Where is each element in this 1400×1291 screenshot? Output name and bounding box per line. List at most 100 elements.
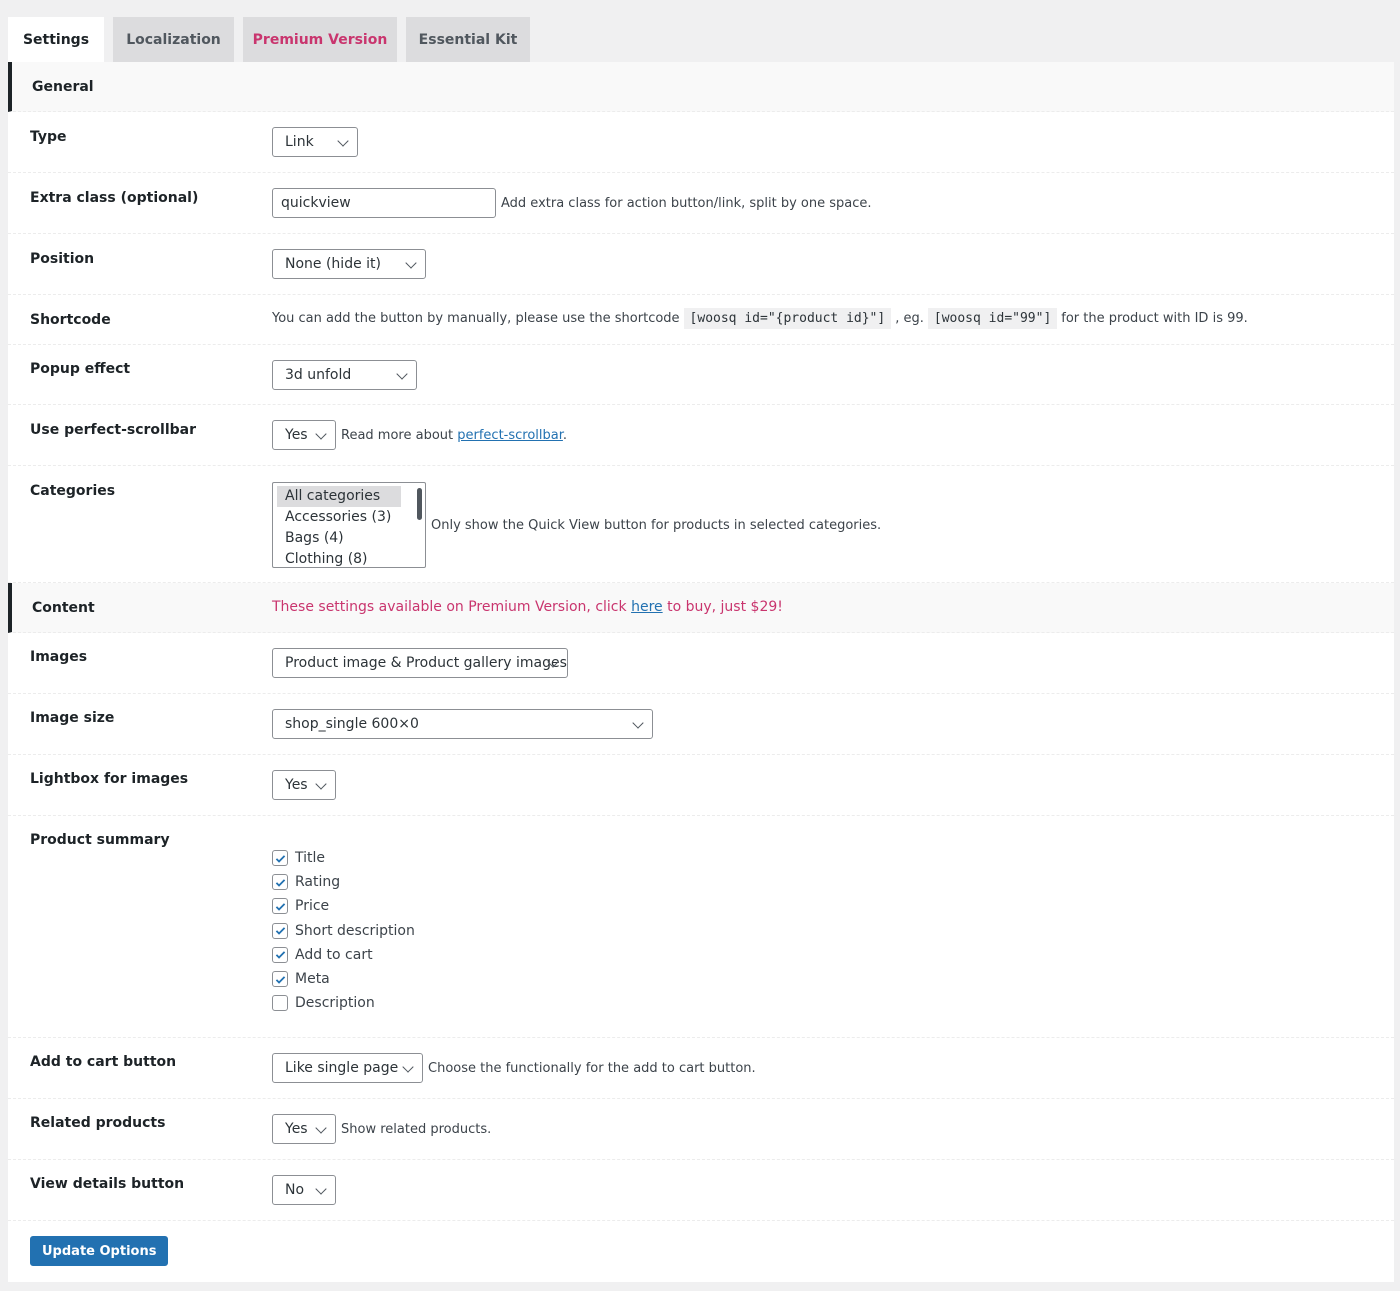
summary-checklist: Title Rating Price Short description Add… — [272, 846, 415, 1015]
summary-option-rating[interactable]: Rating — [272, 870, 415, 894]
field-area: Product image & Product gallery images — [272, 648, 568, 678]
settings-panel: General Type Link Extra class (optional)… — [8, 62, 1394, 1282]
row-shortcode: Shortcode You can add the button by manu… — [8, 295, 1394, 345]
select-value: No — [285, 1182, 305, 1198]
update-options-button[interactable]: Update Options — [30, 1236, 169, 1266]
option-label: Short description — [295, 922, 415, 939]
chevron-down-icon — [632, 717, 644, 729]
select-value: Like single page — [285, 1060, 399, 1076]
category-option[interactable]: Clothing (8) — [277, 549, 401, 567]
field-area: 3d unfold — [272, 360, 417, 390]
row-extra-class: Extra class (optional) quickview Add ext… — [8, 173, 1394, 234]
images-select[interactable]: Product image & Product gallery images — [272, 648, 568, 678]
summary-option-short-description[interactable]: Short description — [272, 919, 415, 943]
select-value: None (hide it) — [285, 256, 381, 272]
premium-buy-link[interactable]: here — [631, 599, 663, 615]
option-label: Rating — [295, 874, 341, 891]
checkmark-icon — [275, 927, 285, 935]
premium-note-area: These settings available on Premium Vers… — [272, 599, 783, 615]
field-label: Type — [30, 129, 67, 145]
summary-option-price[interactable]: Price — [272, 894, 415, 918]
tab-premium-version[interactable]: Premium Version — [243, 17, 397, 62]
field-area: Link — [272, 127, 358, 157]
summary-option-add-to-cart[interactable]: Add to cart — [272, 943, 415, 967]
shortcode-example: [woosq id="99"] — [927, 308, 1058, 329]
perfect-scrollbar-select[interactable]: Yes — [272, 420, 336, 450]
row-add-to-cart: Add to cart button Like single page Choo… — [8, 1038, 1394, 1099]
field-area: None (hide it) — [272, 249, 426, 279]
field-label: View details button — [30, 1176, 185, 1192]
summary-option-description[interactable]: Description — [272, 991, 415, 1015]
row-lightbox: Lightbox for images Yes — [8, 755, 1394, 816]
field-label: Add to cart button — [30, 1054, 177, 1070]
chevron-down-icon — [315, 778, 327, 790]
category-option[interactable]: Bags (4) — [277, 528, 401, 549]
summary-option-title[interactable]: Title — [272, 846, 415, 870]
field-label: Product summary — [30, 832, 170, 848]
tab-essential-kit[interactable]: Essential Kit — [406, 17, 530, 62]
add-to-cart-select[interactable]: Like single page — [272, 1053, 423, 1083]
shortcode-help: You can add the button by manually, plea… — [272, 308, 1248, 329]
checkbox[interactable] — [272, 874, 288, 891]
perfect-scrollbar-link[interactable]: perfect-scrollbar — [457, 428, 563, 443]
type-select[interactable]: Link — [272, 127, 358, 157]
checkbox[interactable] — [272, 898, 288, 915]
checkmark-icon — [275, 903, 285, 911]
field-label: Position — [30, 251, 95, 267]
field-area: You can add the button by manually, plea… — [272, 308, 1248, 329]
popup-effect-select[interactable]: 3d unfold — [272, 360, 417, 390]
tab-localization[interactable]: Localization — [113, 17, 234, 62]
chevron-down-icon — [315, 1183, 327, 1195]
chevron-down-icon — [402, 1061, 414, 1073]
related-products-select[interactable]: Yes — [272, 1114, 336, 1144]
option-label: Price — [295, 898, 330, 915]
field-area: shop_single 600×0 — [272, 709, 653, 739]
row-related-products: Related products Yes Show related produc… — [8, 1099, 1394, 1160]
chevron-down-icon — [315, 1122, 327, 1134]
field-label: Image size — [30, 710, 115, 726]
row-categories: Categories All categories Accessories (3… — [8, 466, 1394, 583]
field-label: Shortcode — [30, 312, 111, 328]
position-select[interactable]: None (hide it) — [272, 249, 426, 279]
punctuation: . — [562, 427, 568, 443]
premium-text: to buy, just $29! — [667, 599, 783, 615]
chevron-down-icon — [405, 257, 417, 269]
field-area: Yes Show related products. — [272, 1114, 491, 1144]
checkbox[interactable] — [272, 922, 288, 939]
row-type: Type Link — [8, 112, 1394, 173]
checkbox[interactable] — [272, 995, 288, 1012]
field-description: Show related products. — [341, 1121, 492, 1137]
field-label: Popup effect — [30, 361, 131, 377]
checkbox[interactable] — [272, 946, 288, 963]
chevron-down-icon — [396, 368, 408, 380]
tab-settings[interactable]: Settings — [8, 17, 104, 63]
image-size-select[interactable]: shop_single 600×0 — [272, 709, 653, 739]
premium-note: These settings available on Premium Vers… — [272, 599, 783, 615]
chevron-down-icon — [337, 135, 349, 147]
view-details-select[interactable]: No — [272, 1175, 336, 1205]
checkbox[interactable] — [272, 850, 288, 867]
shortcode-text: for the product with ID is 99. — [1061, 311, 1248, 326]
category-option[interactable]: Accessories (3) — [277, 507, 401, 528]
section-title: Content — [32, 600, 95, 616]
select-value: Yes — [285, 427, 308, 443]
checkmark-icon — [275, 951, 285, 960]
checkbox[interactable] — [272, 971, 288, 988]
extra-class-input[interactable]: quickview — [272, 188, 496, 218]
field-area: Like single page Choose the functionally… — [272, 1053, 756, 1083]
field-label: Images — [30, 649, 88, 665]
field-area: quickview Add extra class for action but… — [272, 188, 872, 218]
premium-text: These settings available on Premium Vers… — [272, 599, 627, 615]
summary-option-meta[interactable]: Meta — [272, 967, 415, 991]
select-value: 3d unfold — [285, 367, 352, 383]
category-option[interactable]: All categories — [277, 486, 401, 507]
field-description: Add extra class for action button/link, … — [501, 195, 872, 211]
field-label: Categories — [30, 483, 116, 499]
shortcode-text: You can add the button by manually, plea… — [272, 311, 680, 326]
field-description: Read more about perfect-scrollbar. — [341, 428, 567, 443]
lightbox-select[interactable]: Yes — [272, 770, 336, 800]
section-heading-content: Content These settings available on Prem… — [8, 583, 1394, 633]
listbox-scrollbar[interactable] — [417, 488, 422, 520]
categories-listbox[interactable]: All categories Accessories (3) Bags (4) … — [272, 482, 426, 568]
select-value: Link — [285, 134, 314, 150]
